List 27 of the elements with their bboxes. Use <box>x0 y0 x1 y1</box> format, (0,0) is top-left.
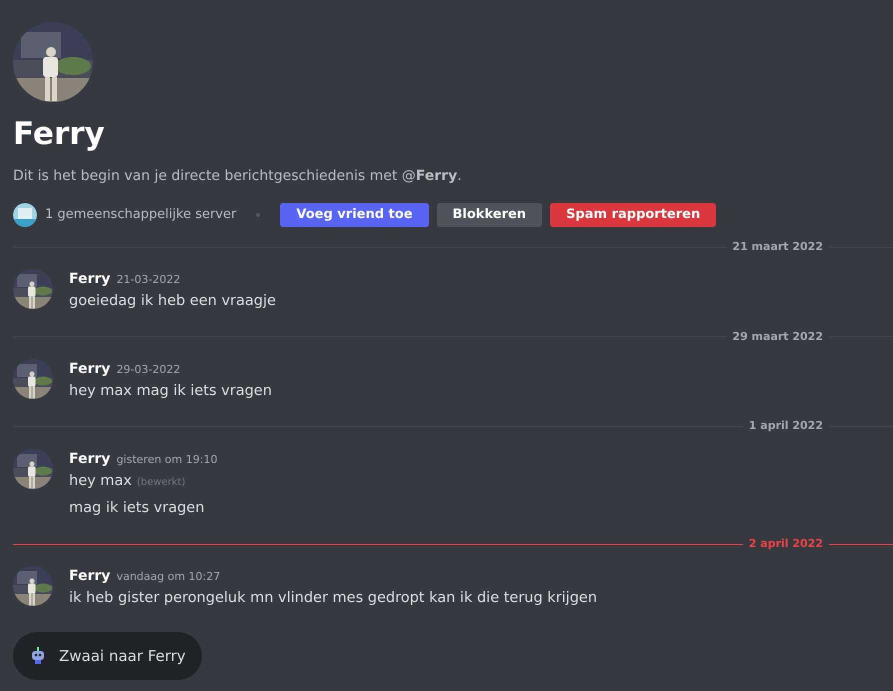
timestamp: 21-03-2022 <box>116 272 180 288</box>
timestamp: gisteren om 19:10 <box>116 452 218 468</box>
message-text: mag ik iets vragen <box>69 499 204 518</box>
action-button[interactable]: Blokkeren <box>436 203 542 227</box>
author-name[interactable]: Ferry <box>69 448 110 470</box>
date-divider: 21 maart 2022 <box>731 238 824 255</box>
message-text: hey max <box>69 472 132 490</box>
action-button[interactable]: Spam rapporteren <box>550 203 716 227</box>
author-name[interactable]: Ferry <box>69 269 110 290</box>
author-name[interactable]: Ferry <box>69 566 110 587</box>
message-text: goeiedag ik heb een vraagje <box>69 292 276 311</box>
edited-label: (bewerkt) <box>136 476 186 490</box>
server-icon <box>13 203 37 227</box>
date-divider: 1 april 2022 <box>748 418 824 434</box>
robot-icon <box>29 646 47 665</box>
message-text: ik heb gister perongeluk mn vlinder mes gedropt kan ik die terug krijgen <box>69 589 598 608</box>
message-text: hey max mag ik iets vragen <box>69 382 272 401</box>
date-divider: 29 maart 2022 <box>731 328 824 344</box>
mutual-servers[interactable]: 1 gemeenschappelijke server <box>45 205 236 225</box>
profile-name: Ferry <box>13 115 106 154</box>
author-name[interactable]: Ferry <box>69 358 110 380</box>
timestamp: vandaag om 10:27 <box>116 569 220 585</box>
intro-text: Dit is het begin van je directe berichtgeschiedenis met @Ferry. <box>13 167 463 186</box>
date-divider: 2 april 2022 <box>748 536 824 552</box>
wave-button[interactable]: Zwaai naar Ferry <box>13 632 202 680</box>
timestamp: 29-03-2022 <box>116 362 180 378</box>
action-button[interactable]: Voeg vriend toe <box>280 203 429 227</box>
